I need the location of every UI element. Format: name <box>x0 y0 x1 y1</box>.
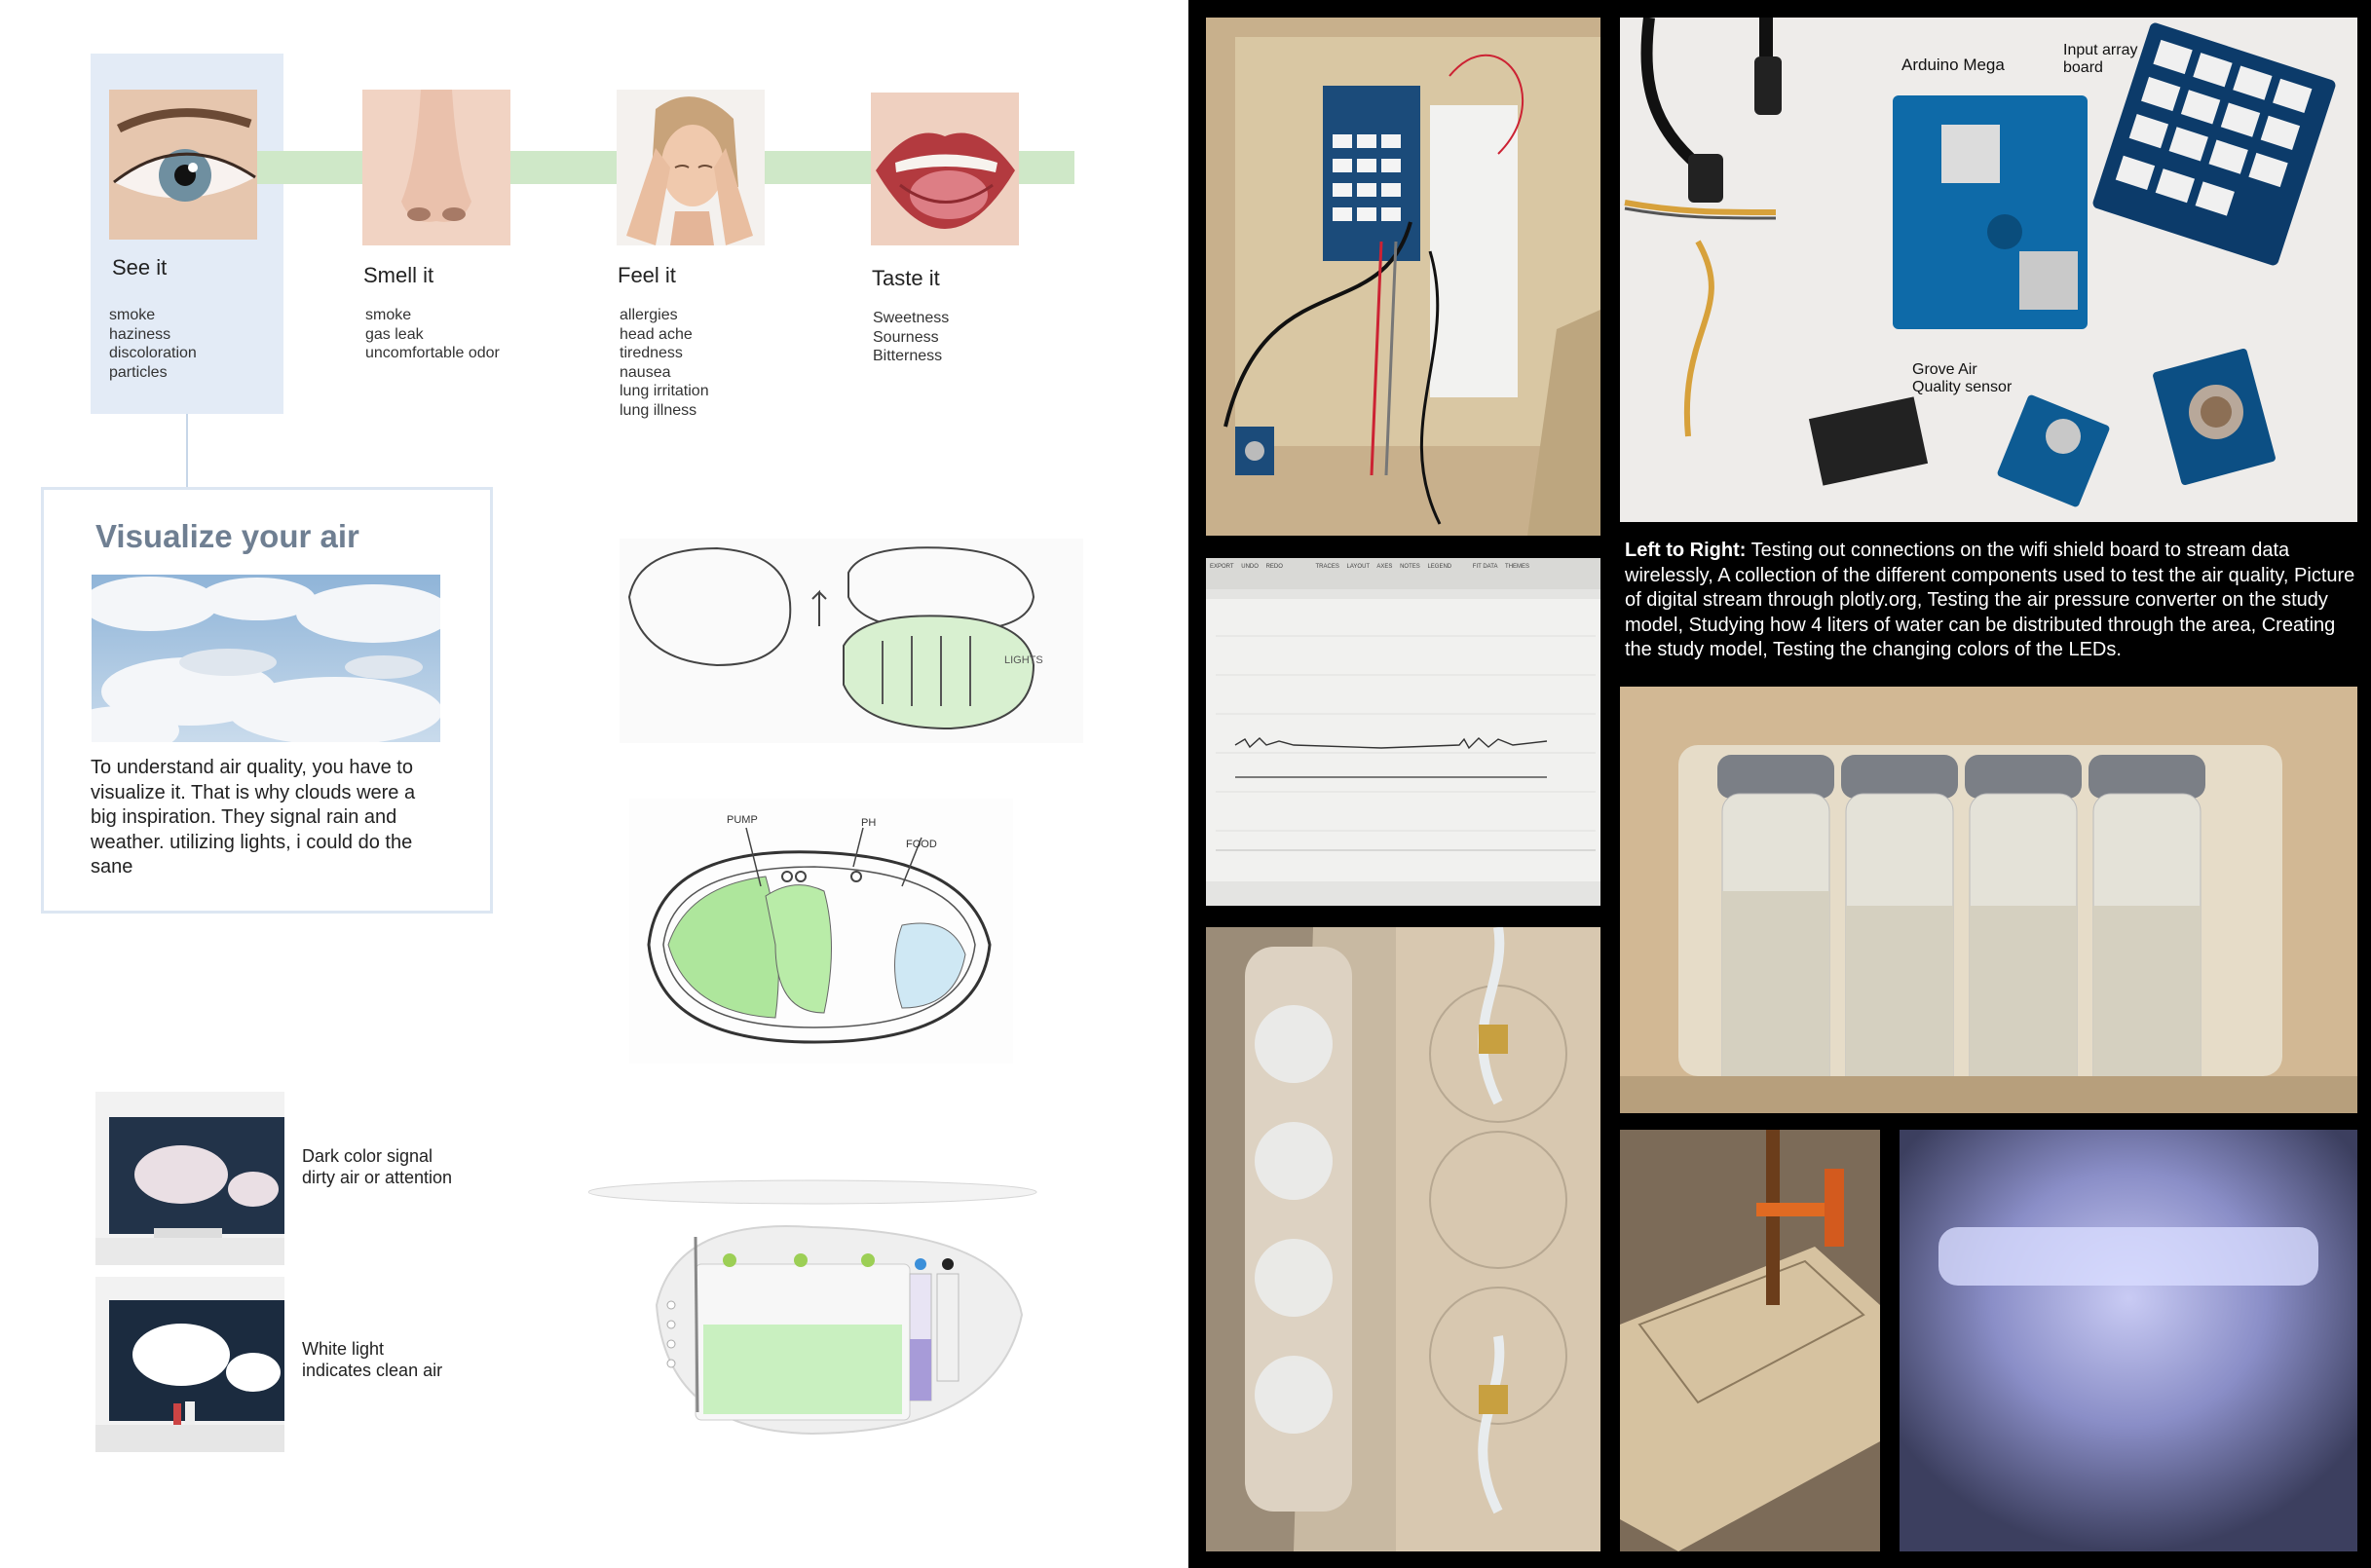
list-item: Bitterness <box>873 348 943 364</box>
toolbar-themes[interactable]: THEMES <box>1505 564 1529 570</box>
product-render <box>588 1169 1046 1441</box>
list-item: discoloration <box>109 345 197 361</box>
sense-list: allergies head ache tiredness nausea lun… <box>620 306 709 420</box>
room-white-photo <box>95 1277 284 1452</box>
headache-photo <box>617 90 765 245</box>
right-caption: Left to Right: Testing out connections o… <box>1625 539 2362 663</box>
toolbar-notes[interactable]: NOTES <box>1400 564 1420 570</box>
sense-title: Taste it <box>872 266 940 290</box>
left-page: See it smoke haziness discoloration part… <box>0 0 1188 1568</box>
sense-title: Smell it <box>363 263 434 287</box>
food-label: FOOD <box>906 839 937 850</box>
clouds-photo <box>92 575 440 742</box>
arduino-label: Arduino Mega <box>1901 56 2005 74</box>
list-item: Sourness <box>873 328 939 346</box>
pump-label: PUMP <box>727 814 758 826</box>
toolbar-axes[interactable]: AXES <box>1376 564 1392 570</box>
study-model-photo <box>1620 1130 1880 1551</box>
sense-title: Feel it <box>618 263 676 287</box>
toolbar-fit-data[interactable]: FIT DATA <box>1473 564 1498 570</box>
list-item: lung irritation <box>620 383 709 399</box>
list-item: particles <box>109 363 168 381</box>
white-light-caption: White light indicates clean air <box>302 1339 443 1380</box>
sketch-cloud-lid: LIGHTS <box>620 539 1083 743</box>
eye-photo <box>109 90 257 240</box>
connector-line <box>186 414 188 488</box>
sketch-water-chambers: PUMP PH FOOD <box>629 799 1013 1064</box>
wifi-shield-photo <box>1206 18 1600 536</box>
led-test-photo <box>1900 1130 2357 1551</box>
visualize-title: Visualize your air <box>95 518 359 554</box>
plotly-toolbar: EXPORT UNDO REDO TRACES LAYOUT AXES NOTE… <box>1210 564 1599 570</box>
air-pressure-photo <box>1206 927 1600 1551</box>
dark-color-caption: Dark color signal dirty air or attention <box>302 1146 453 1187</box>
ph-label: PH <box>861 817 876 829</box>
caption-lead: Left to Right: <box>1625 540 1747 561</box>
toolbar-redo[interactable]: REDO <box>1266 564 1283 570</box>
room-dark-photo <box>95 1092 284 1265</box>
water-bottles-photo <box>1620 687 2357 1113</box>
list-item: lung illness <box>620 401 697 419</box>
input-board-label: Input array board <box>2063 42 2138 76</box>
toolbar-layout[interactable]: LAYOUT <box>1347 564 1371 570</box>
toolbar-legend[interactable]: LEGEND <box>1427 564 1451 570</box>
lights-label: LIGHTS <box>1004 654 1043 666</box>
grove-sensor-label: Grove Air Quality sensor <box>1912 361 2013 395</box>
toolbar-traces[interactable]: TRACES <box>1315 564 1338 570</box>
components-photo: Arduino Mega Input array board Grove Air… <box>1620 18 2357 522</box>
sense-list: smoke gas leak uncomfortable odor <box>365 306 500 363</box>
list-item: uncomfortable odor <box>365 345 500 361</box>
nose-photo <box>362 90 510 245</box>
list-item: nausea <box>620 363 671 381</box>
list-item: allergies <box>620 307 678 323</box>
list-item: Sweetness <box>873 310 950 326</box>
mouth-photo <box>871 93 1019 245</box>
visualize-text: To understand air quality, you have to v… <box>91 757 416 877</box>
list-item: haziness <box>109 325 171 343</box>
list-item: smoke <box>365 307 412 323</box>
toolbar-export[interactable]: EXPORT <box>1210 564 1234 570</box>
list-item: tiredness <box>620 345 683 361</box>
sense-title: See it <box>112 255 168 280</box>
plotly-stream-screen: EXPORT UNDO REDO TRACES LAYOUT AXES NOTE… <box>1206 558 1600 906</box>
list-item: head ache <box>620 325 693 343</box>
list-item: smoke <box>109 307 156 323</box>
toolbar-undo[interactable]: UNDO <box>1241 564 1259 570</box>
sense-list: Sweetness Sourness Bitterness <box>873 309 949 366</box>
list-item: gas leak <box>365 325 424 343</box>
sense-list: smoke haziness discoloration particles <box>109 306 197 382</box>
